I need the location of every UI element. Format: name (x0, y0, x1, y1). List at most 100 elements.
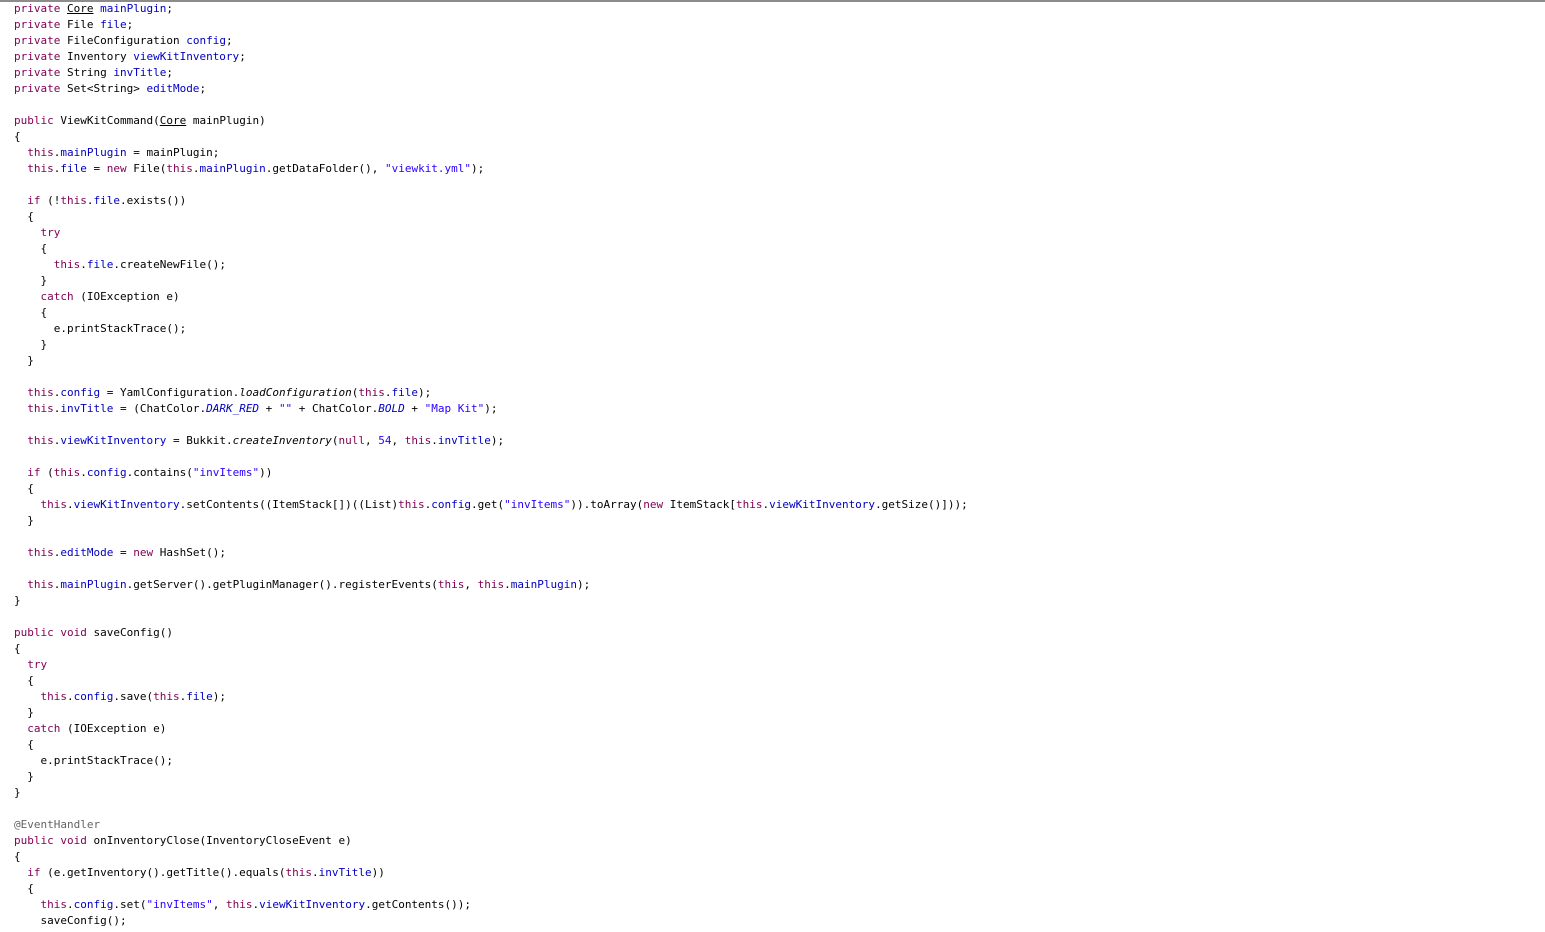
code-token: catch (40, 290, 74, 303)
code-token: .createNewFile(); (113, 258, 226, 271)
code-token: this (437, 578, 465, 591)
code-token: .set( (113, 898, 147, 911)
code-token: ); (490, 434, 505, 447)
code-token: = mainPlugin; (126, 146, 220, 159)
code-line: catch (IOException e) (14, 289, 1539, 305)
code-token: this (27, 402, 54, 415)
code-line: this.editMode = new HashSet(); (14, 545, 1539, 561)
code-line: this.mainPlugin = mainPlugin; (14, 145, 1539, 161)
code-token: mainPlugin (199, 162, 266, 175)
code-token: this (40, 498, 68, 511)
code-token: { (14, 738, 34, 751)
code-line: this.invTitle = (ChatColor.DARK_RED + ""… (14, 401, 1539, 417)
code-token: config (73, 898, 114, 911)
code-token: . (86, 194, 94, 207)
code-token: file (86, 258, 114, 271)
code-line: this.file.createNewFile(); (14, 257, 1539, 273)
code-token: new (643, 498, 664, 511)
code-line: private FileConfiguration config; (14, 33, 1539, 49)
code-token: if (27, 466, 41, 479)
code-line: } (14, 273, 1539, 289)
code-line: } (14, 769, 1539, 785)
code-token: 54 (378, 434, 392, 447)
code-token: @EventHandler (14, 818, 101, 831)
code-line: { (14, 305, 1539, 321)
code-token: . (67, 690, 74, 703)
code-token: this (477, 578, 505, 591)
code-token: = YamlConfiguration. (100, 386, 240, 399)
code-token: ); (471, 162, 485, 175)
code-token: this (27, 578, 54, 591)
code-line: this.file = new File(this.mainPlugin.get… (14, 161, 1539, 177)
code-token: ; (126, 18, 134, 31)
code-token: this (398, 498, 425, 511)
code-token: } (14, 594, 21, 607)
code-token: FileConfiguration (60, 34, 187, 47)
code-line: { (14, 849, 1539, 865)
code-token: .contains( (126, 466, 193, 479)
code-token: ( (331, 434, 339, 447)
code-token: private (14, 2, 61, 15)
code-token: this (53, 466, 81, 479)
code-line: { (14, 209, 1539, 225)
code-token: . (67, 498, 74, 511)
code-token: } (14, 786, 21, 799)
code-token: viewKitInventory (73, 498, 180, 511)
code-line: } (14, 785, 1539, 801)
code-token: mainPlugin (100, 2, 167, 15)
code-token: ); (418, 386, 432, 399)
code-token: invTitle (318, 866, 372, 879)
code-token: "invItems" (504, 498, 571, 511)
code-line: } (14, 513, 1539, 529)
code-token: e.printStackTrace(); (14, 754, 173, 767)
code-token: (IOException e) (60, 722, 167, 735)
code-token: new (133, 546, 154, 559)
code-token: HashSet(); (153, 546, 226, 559)
code-token: mainPlugin (60, 146, 127, 159)
code-line: } (14, 705, 1539, 721)
code-line: catch (IOException e) (14, 721, 1539, 737)
code-token: + (404, 402, 425, 415)
code-line: this.viewKitInventory.setContents((ItemS… (14, 497, 1539, 513)
code-token: ); (212, 690, 226, 703)
code-token: DARK_RED (206, 402, 260, 415)
code-token: } (14, 770, 34, 783)
code-token: this (153, 690, 180, 703)
code-token: = (ChatColor. (113, 402, 207, 415)
code-line: try (14, 657, 1539, 673)
code-token: catch (27, 722, 61, 735)
code-line: private Set<String> editMode; (14, 81, 1539, 97)
code-token: )) (259, 466, 273, 479)
code-line: private File file; (14, 17, 1539, 33)
code-line: public void onInventoryClose(InventoryCl… (14, 833, 1539, 849)
code-token: viewKitInventory (133, 50, 240, 63)
code-token: Set<String> (60, 82, 147, 95)
code-editor[interactable]: private Core mainPlugin; private File fil… (14, 1, 1539, 929)
code-token: = (86, 162, 107, 175)
code-token: File( (126, 162, 167, 175)
code-token: } (14, 706, 34, 719)
code-token: public (14, 834, 54, 847)
code-line: } (14, 337, 1539, 353)
code-token: invTitle (60, 402, 114, 415)
code-token: public (14, 114, 54, 127)
code-token: ItemStack[ (663, 498, 736, 511)
code-line: this.config.set("invItems", this.viewKit… (14, 897, 1539, 913)
code-token: .get( (471, 498, 505, 511)
code-token: this (358, 386, 385, 399)
code-token: (! (40, 194, 61, 207)
code-line: { (14, 881, 1539, 897)
code-token: private (14, 50, 61, 63)
code-line: try (14, 225, 1539, 241)
